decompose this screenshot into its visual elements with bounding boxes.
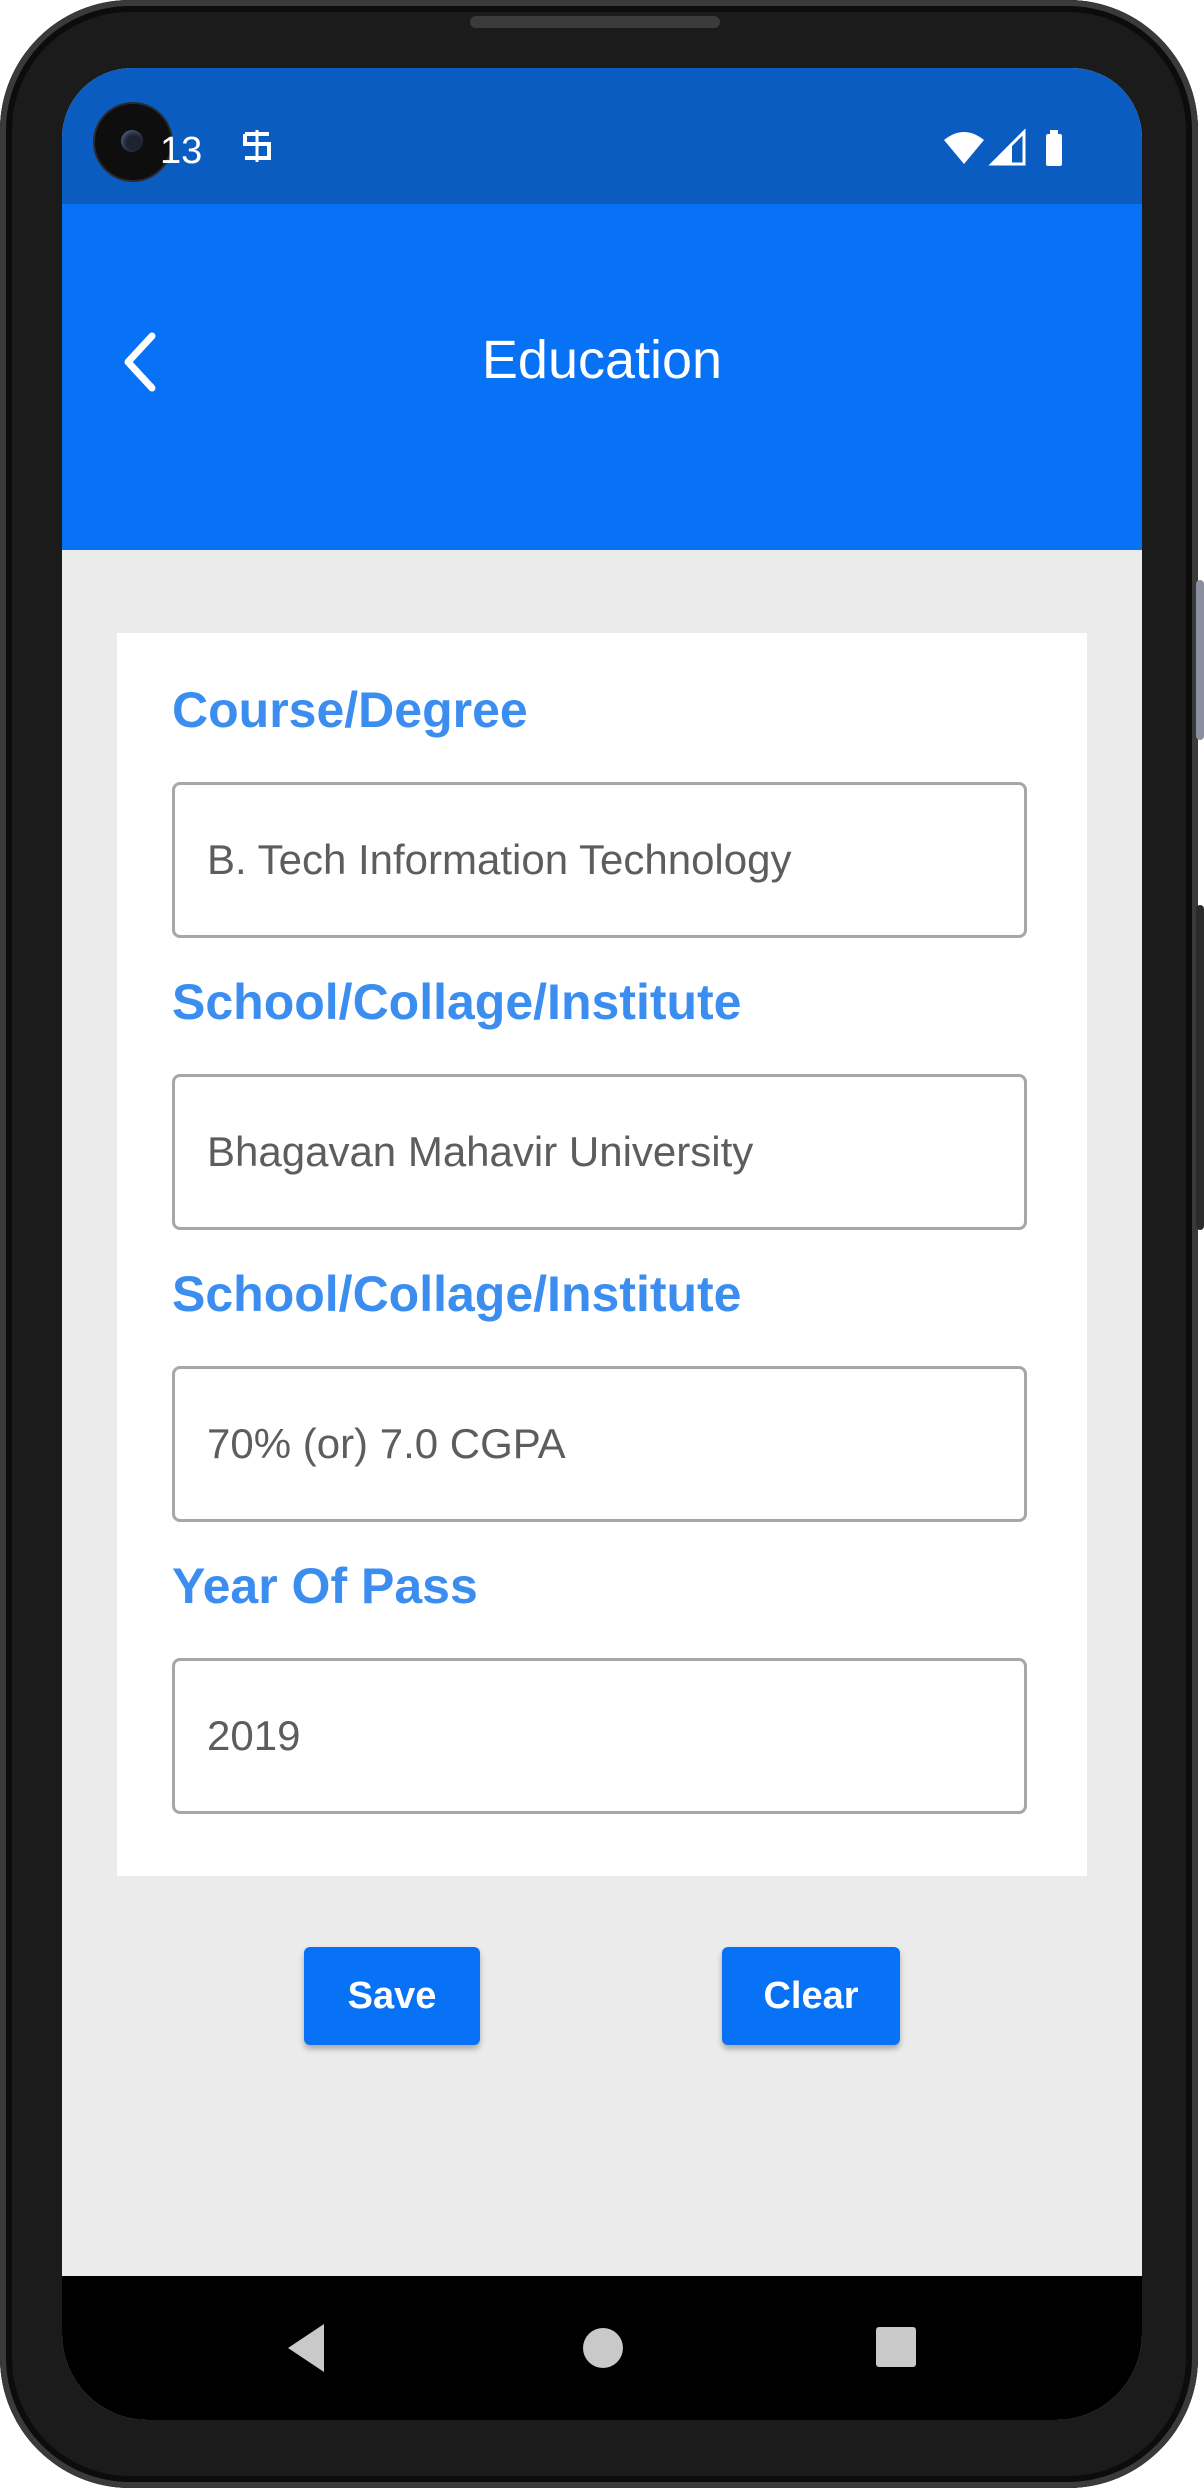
save-button[interactable]: Save [304, 1947, 480, 2045]
back-triangle-icon [288, 2324, 324, 2372]
nav-home-button[interactable] [581, 2326, 625, 2375]
field-label-course: Course/Degree [172, 682, 528, 738]
volume-button [1196, 580, 1204, 740]
score-input[interactable]: 70% (or) 7.0 CGPA [172, 1366, 1027, 1522]
cell-signal-icon [988, 128, 1026, 166]
nav-back-button[interactable] [282, 2320, 330, 2381]
home-circle-icon [583, 2328, 623, 2368]
education-form-card: Course/Degree B. Tech Information Techno… [117, 633, 1087, 1876]
field-label-year: Year Of Pass [172, 1558, 478, 1614]
status-time: 13 [160, 130, 203, 172]
notification-icon [240, 126, 274, 171]
status-bar: 13 [62, 68, 1142, 204]
institute-input[interactable]: Bhagavan Mahavir University [172, 1074, 1027, 1230]
year-of-pass-input[interactable]: 2019 [172, 1658, 1027, 1814]
power-button [1196, 905, 1204, 1230]
device-screen: 13 Education Course/Degree B. Tech Infor… [62, 68, 1142, 2420]
clear-button[interactable]: Clear [722, 1947, 900, 2045]
wifi-icon [944, 132, 984, 164]
field-label-institute: School/Collage/Institute [172, 974, 742, 1030]
field-label-score: School/Collage/Institute [172, 1266, 742, 1322]
course-degree-input[interactable]: B. Tech Information Technology [172, 782, 1027, 938]
recents-square-icon [876, 2327, 916, 2367]
system-nav-bar [62, 2276, 1142, 2420]
page-title: Education [481, 330, 723, 390]
status-icons [942, 128, 1072, 173]
nav-recents-button[interactable] [874, 2325, 918, 2374]
app-bar: Education [62, 204, 1142, 550]
earpiece-speaker [470, 16, 720, 28]
battery-icon [1046, 130, 1062, 166]
